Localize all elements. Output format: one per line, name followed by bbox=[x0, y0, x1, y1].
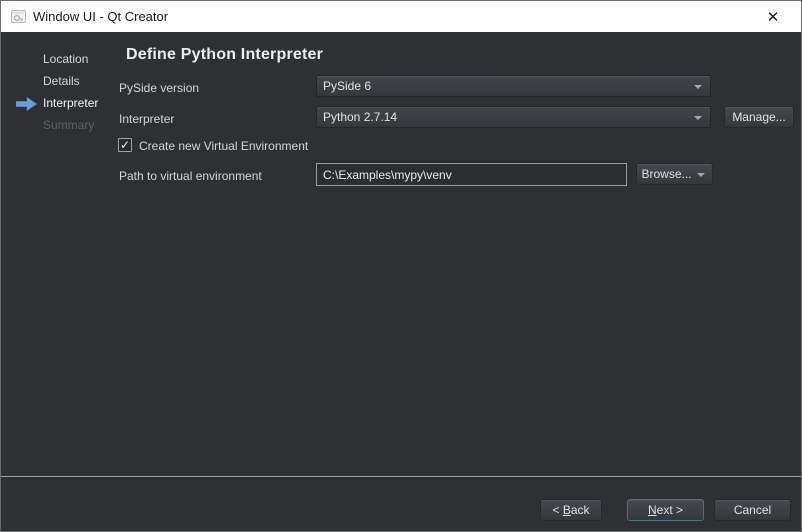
back-button[interactable]: < Back bbox=[540, 499, 602, 521]
sidebar-step-details: Details bbox=[43, 74, 80, 88]
window-title: Window UI - Qt Creator bbox=[33, 1, 168, 32]
sidebar-step-interpreter: Interpreter bbox=[43, 96, 98, 110]
app-window-icon bbox=[10, 8, 27, 25]
manage-button[interactable]: Manage... bbox=[724, 106, 794, 128]
pyside-version-label: PySide version bbox=[119, 81, 199, 95]
manage-button-label: Manage... bbox=[732, 110, 785, 124]
pyside-version-value: PySide 6 bbox=[323, 79, 371, 93]
wizard-dialog: Window UI - Qt Creator ✕ Location Detail… bbox=[0, 0, 802, 532]
create-venv-checkbox[interactable]: ✓ bbox=[118, 138, 132, 152]
cancel-button[interactable]: Cancel bbox=[714, 499, 791, 521]
browse-button[interactable]: Browse... bbox=[636, 163, 713, 185]
interpreter-value: Python 2.7.14 bbox=[323, 110, 397, 124]
chevron-down-icon bbox=[697, 173, 705, 177]
sidebar-step-location: Location bbox=[43, 52, 88, 66]
pyside-version-select[interactable]: PySide 6 bbox=[316, 75, 711, 97]
chevron-down-icon bbox=[694, 85, 702, 89]
interpreter-label: Interpreter bbox=[119, 112, 174, 126]
interpreter-select[interactable]: Python 2.7.14 bbox=[316, 106, 711, 128]
next-button[interactable]: Next > bbox=[627, 499, 704, 521]
check-icon: ✓ bbox=[120, 138, 130, 152]
page-title: Define Python Interpreter bbox=[126, 46, 323, 64]
footer-divider bbox=[1, 476, 801, 477]
browse-button-label: Browse... bbox=[641, 167, 691, 181]
venv-path-input[interactable] bbox=[316, 163, 627, 186]
create-venv-label: Create new Virtual Environment bbox=[139, 139, 308, 153]
sidebar-step-summary: Summary bbox=[43, 118, 94, 132]
chevron-down-icon bbox=[694, 116, 702, 120]
venv-path-label: Path to virtual environment bbox=[119, 169, 262, 183]
current-step-arrow-icon bbox=[16, 97, 37, 111]
titlebar[interactable]: Window UI - Qt Creator ✕ bbox=[1, 1, 801, 32]
close-icon[interactable]: ✕ bbox=[753, 1, 793, 32]
cancel-button-label: Cancel bbox=[734, 503, 771, 517]
